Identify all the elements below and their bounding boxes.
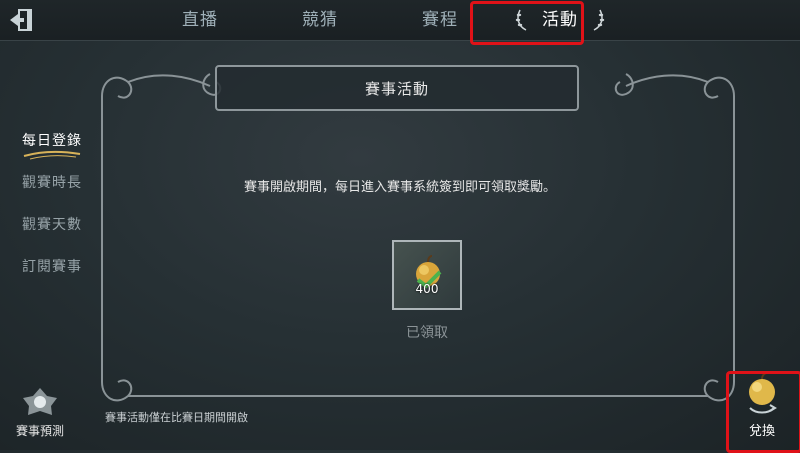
exit-icon	[10, 9, 32, 31]
sidebar-item-watch-days[interactable]: 觀賽天數	[22, 214, 92, 256]
top-bar: 直播 競猜 賽程 活動	[0, 0, 800, 41]
sidebar-item-daily-login[interactable]: 每日登錄	[22, 130, 92, 172]
reward-item[interactable]: 400	[392, 240, 462, 310]
active-underline	[23, 150, 81, 160]
sidebar-item-subscribe[interactable]: 訂閱賽事	[22, 256, 92, 298]
reward-status: 已領取	[406, 325, 448, 341]
prediction-icon	[23, 388, 57, 415]
prediction-label: 賽事預測	[15, 424, 64, 438]
events-tab-highlight	[470, 1, 584, 45]
tab-live[interactable]: 直播	[140, 0, 260, 40]
tab-betting[interactable]: 競猜	[260, 0, 380, 40]
reward-quantity: 400	[415, 282, 439, 296]
event-footnote: 賽事活動僅在比賽日期間開啟	[105, 411, 248, 424]
prediction-button[interactable]: 賽事預測	[8, 386, 72, 440]
event-description: 賽事開啟期間，每日進入賽事系統簽到即可領取獎勵。	[243, 180, 556, 195]
sidebar-item-label: 每日登錄	[22, 133, 82, 149]
panel-title: 賽事活動	[215, 65, 579, 111]
sidebar: 每日登錄 觀賽時長 觀賽天數 訂閱賽事	[22, 130, 92, 298]
laurel-right-icon	[593, 9, 605, 31]
panel-frame	[101, 73, 735, 402]
exchange-highlight	[726, 371, 800, 453]
exit-button[interactable]	[6, 6, 36, 34]
